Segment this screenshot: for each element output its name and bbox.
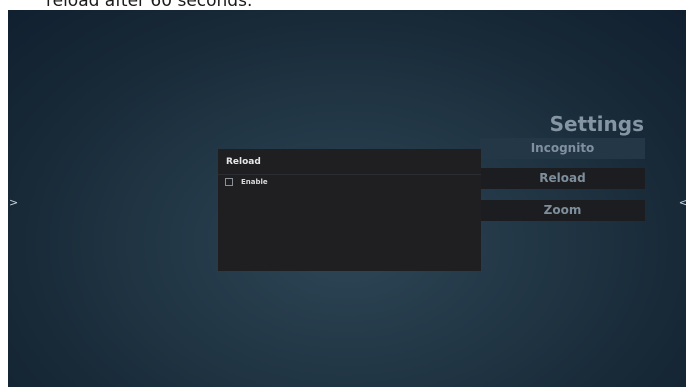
- enable-option[interactable]: Enable: [225, 178, 268, 186]
- page-root: reload after 60 seconds. > < Settings In…: [0, 0, 686, 387]
- enable-checkbox[interactable]: [225, 178, 233, 186]
- reload-dialog: Reload Enable: [218, 149, 481, 271]
- enable-label: Enable: [241, 178, 268, 186]
- menu-item-zoom[interactable]: Zoom: [480, 200, 645, 221]
- tv-screen: > < Settings Incognito Reload Zoom Reloa…: [8, 10, 686, 387]
- right-nav-arrow-icon[interactable]: <: [679, 197, 686, 208]
- left-nav-arrow-icon[interactable]: >: [9, 197, 18, 208]
- menu-item-reload[interactable]: Reload: [480, 168, 645, 189]
- menu-item-incognito[interactable]: Incognito: [480, 138, 645, 159]
- settings-title: Settings: [549, 112, 644, 136]
- dialog-divider: [218, 174, 481, 175]
- dialog-title: Reload: [226, 157, 261, 167]
